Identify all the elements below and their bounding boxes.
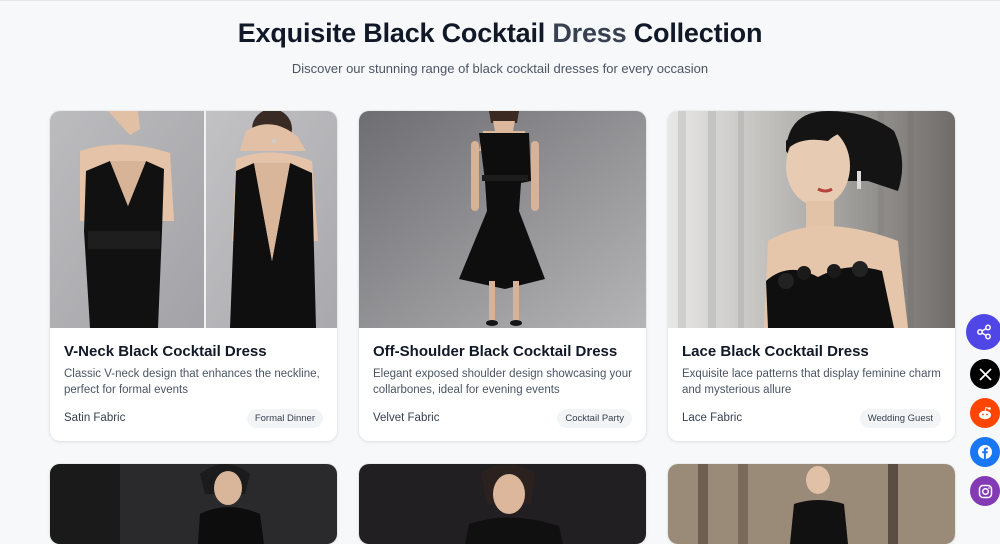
product-name[interactable]: V-Neck Black Cocktail Dress (64, 343, 267, 360)
product-image[interactable] (668, 111, 955, 328)
page-title: Exquisite Black Cocktail Dress Collectio… (0, 18, 1000, 49)
share-x-button[interactable] (970, 359, 1000, 389)
product-name[interactable]: Off-Shoulder Black Cocktail Dress (373, 343, 617, 360)
product-fabric: Satin Fabric (64, 412, 126, 424)
product-card-offshoulder[interactable]: Off-Shoulder Black Cocktail Dress Elegan… (359, 111, 646, 441)
product-card-row2-2[interactable] (359, 464, 646, 544)
occasion-badge: Wedding Guest (859, 409, 941, 428)
product-fabric: Velvet Fabric (373, 412, 440, 424)
reddit-icon (977, 406, 993, 420)
product-description: Elegant exposed shoulder design showcasi… (373, 368, 632, 396)
product-card-vneck[interactable]: V-Neck Black Cocktail Dress Classic V-ne… (50, 111, 337, 441)
product-description: Exquisite lace patterns that display fem… (682, 368, 941, 396)
product-description: Classic V-neck design that enhances the … (64, 368, 320, 396)
facebook-icon (977, 444, 993, 460)
product-card-lace[interactable]: Lace Black Cocktail Dress Exquisite lace… (668, 111, 955, 441)
product-image[interactable] (359, 464, 646, 544)
share-facebook-button[interactable] (970, 437, 1000, 467)
title-accent: Dress (552, 18, 627, 48)
share-icon (976, 324, 992, 340)
product-image[interactable] (50, 111, 337, 328)
share-instagram-button[interactable] (970, 476, 1000, 506)
product-fabric: Lace Fabric (682, 412, 743, 424)
occasion-badge: Cocktail Party (557, 409, 632, 428)
share-button[interactable] (966, 314, 1000, 350)
title-text-1: Exquisite Black Cocktail (237, 18, 553, 48)
page-subtitle: Discover our stunning range of black coc… (291, 61, 709, 76)
instagram-icon (978, 484, 993, 499)
product-image[interactable] (50, 464, 337, 544)
occasion-badge: Formal Dinner (246, 409, 323, 428)
title-text-2: Collection (626, 18, 763, 48)
product-card-row2-3[interactable] (668, 464, 955, 544)
product-image[interactable] (359, 111, 646, 328)
product-card-row2-1[interactable] (50, 464, 337, 544)
product-name[interactable]: Lace Black Cocktail Dress (682, 343, 869, 360)
top-divider (0, 0, 1000, 1)
share-reddit-button[interactable] (970, 398, 1000, 428)
product-image[interactable] (668, 464, 955, 544)
x-icon (978, 367, 992, 381)
